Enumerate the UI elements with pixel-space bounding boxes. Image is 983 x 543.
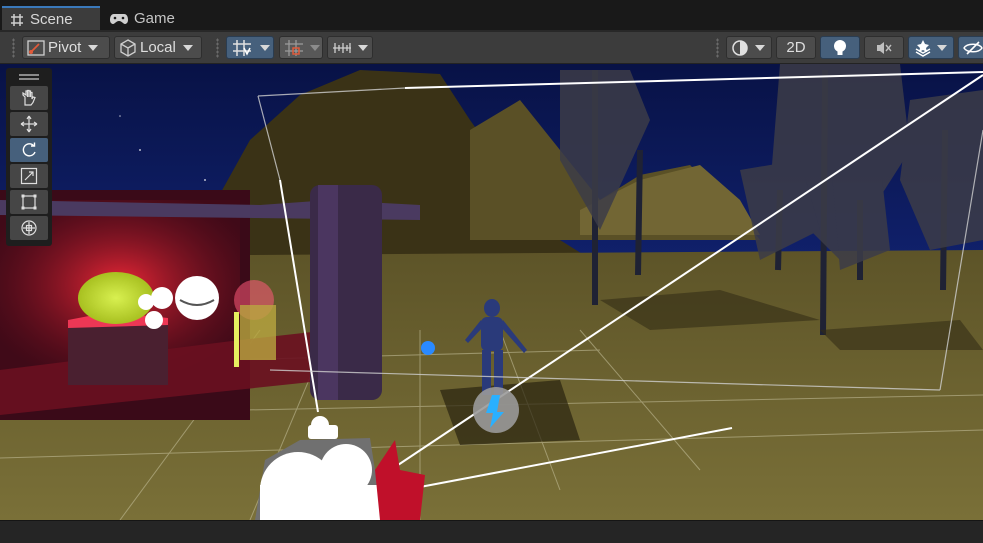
rect-transform-icon <box>20 193 38 211</box>
layers-effects-icon <box>914 39 932 57</box>
visibility-toggle[interactable] <box>958 36 983 59</box>
chevron-down-icon <box>755 44 765 51</box>
scene-render <box>0 64 983 520</box>
chevron-down-icon <box>260 44 270 51</box>
scene-viewport[interactable] <box>0 64 983 520</box>
toolbar-grip[interactable] <box>216 38 219 58</box>
tab-bar: Scene Game <box>0 0 983 32</box>
chevron-down-icon <box>88 44 99 51</box>
tab-scene[interactable]: Scene <box>2 6 100 31</box>
chevron-down-icon <box>937 44 947 51</box>
shading-sphere-icon <box>731 39 749 57</box>
transform-tool[interactable] <box>10 216 48 240</box>
local-cube-icon <box>119 38 137 57</box>
toolbar-grip[interactable] <box>12 38 15 58</box>
lighting-toggle[interactable] <box>820 36 860 59</box>
chevron-down-icon <box>310 44 320 51</box>
scale-tool[interactable] <box>10 164 48 188</box>
speaker-muted-icon <box>875 40 893 56</box>
ruler-snap-dropdown[interactable] <box>327 36 373 59</box>
local-label: Local <box>140 39 176 56</box>
chevron-down-icon <box>182 44 193 51</box>
toolbar-grip[interactable] <box>716 38 719 58</box>
shading-mode-dropdown[interactable] <box>726 36 772 59</box>
scale-icon <box>20 167 38 185</box>
2d-toggle[interactable]: 2D <box>776 36 816 59</box>
ruler-icon <box>332 40 352 56</box>
chevron-down-icon <box>358 44 368 51</box>
hand-icon <box>20 89 38 107</box>
pivot-dropdown[interactable]: Pivot <box>22 36 110 59</box>
incremental-snap-toggle[interactable] <box>279 36 323 59</box>
status-bar <box>0 520 983 543</box>
transform-icon <box>20 219 38 237</box>
gamepad-icon <box>110 13 128 25</box>
tab-game-label: Game <box>134 10 175 27</box>
grid-snap-toggle[interactable] <box>226 36 274 59</box>
rotate-tool[interactable] <box>10 138 48 162</box>
lightbulb-icon <box>833 39 847 57</box>
move-arrows-icon <box>20 115 38 133</box>
hand-tool[interactable] <box>10 86 48 110</box>
grid-hash-icon <box>10 13 24 27</box>
scene-toolbar: Pivot Local 2D <box>0 32 983 64</box>
effects-dropdown[interactable] <box>908 36 954 59</box>
overlay-drag-handle[interactable] <box>19 74 39 80</box>
rect-tool[interactable] <box>10 190 48 214</box>
local-dropdown[interactable]: Local <box>114 36 202 59</box>
scene-skybox <box>0 64 1 65</box>
tools-overlay <box>6 68 52 246</box>
move-tool[interactable] <box>10 112 48 136</box>
grid-snap-icon <box>232 39 252 57</box>
snap-magnet-icon <box>284 39 304 57</box>
eye-slash-icon <box>963 40 983 55</box>
audio-toggle[interactable] <box>864 36 904 59</box>
rotate-icon <box>20 141 38 159</box>
tab-scene-label: Scene <box>30 11 73 28</box>
tab-game[interactable]: Game <box>102 6 182 31</box>
pivot-icon <box>27 39 45 56</box>
2d-label: 2D <box>786 39 806 56</box>
pivot-label: Pivot <box>48 39 82 56</box>
